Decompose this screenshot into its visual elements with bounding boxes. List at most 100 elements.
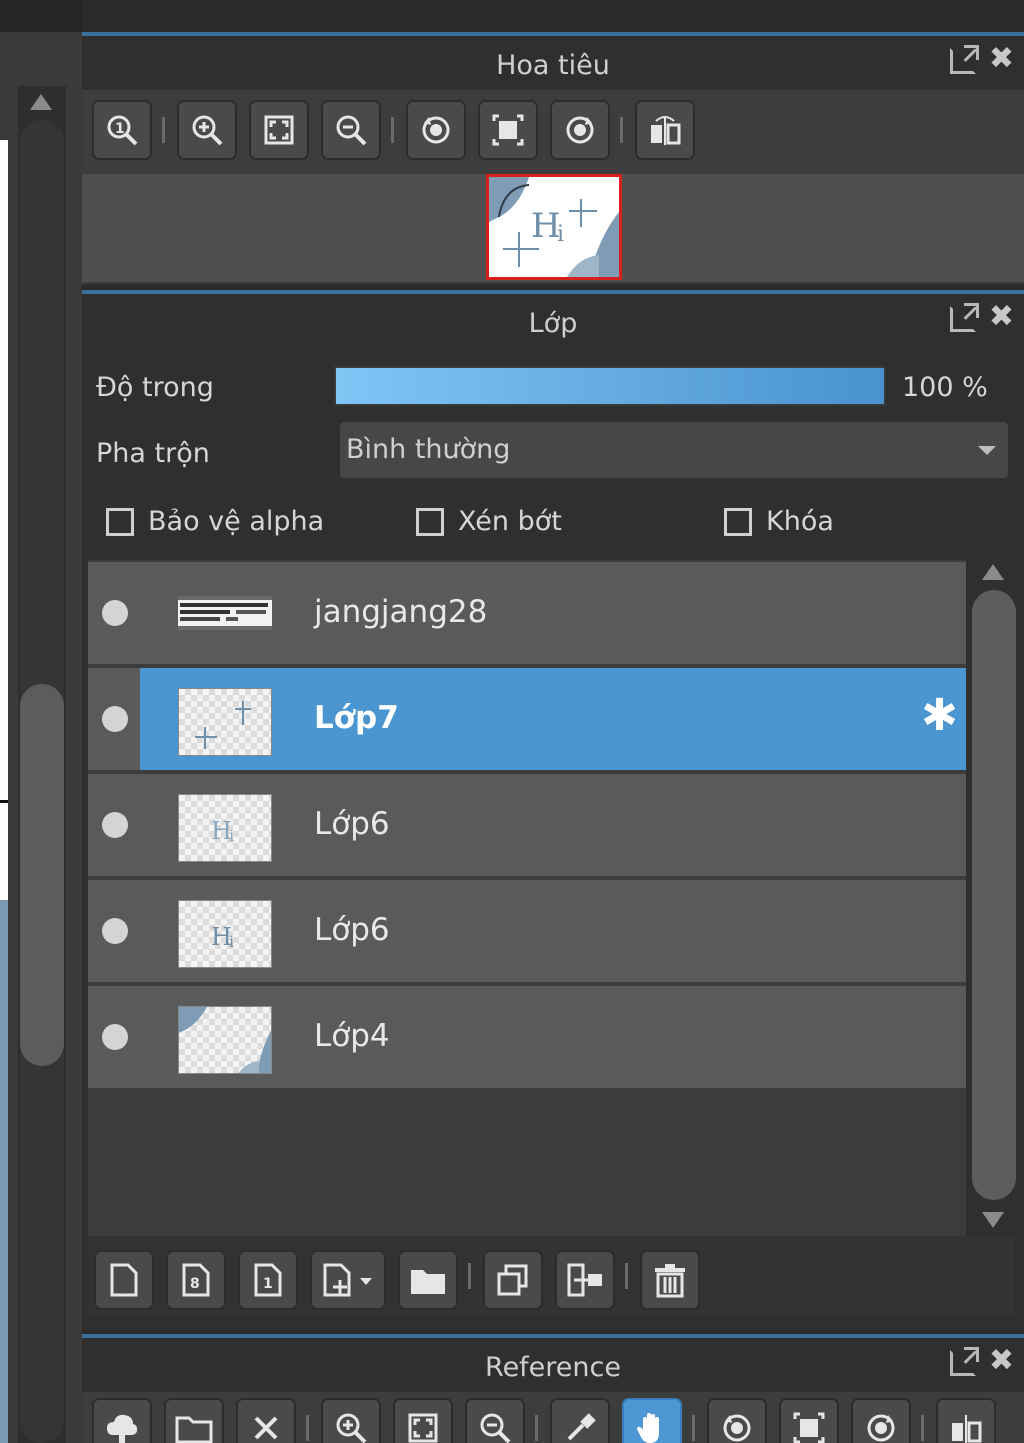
reference-panel: Reference ✖ bbox=[82, 1334, 1024, 1443]
toolbar-separator bbox=[625, 1263, 628, 1289]
close-icon[interactable]: ✖ bbox=[989, 1346, 1014, 1376]
checkbox-box[interactable] bbox=[106, 507, 134, 536]
navigator-thumbnail[interactable]: H i bbox=[486, 174, 622, 280]
ref-zoom-out-button[interactable] bbox=[465, 1398, 525, 1443]
visibility-dot-icon[interactable] bbox=[102, 600, 128, 626]
ref-zoom-in-button[interactable] bbox=[321, 1398, 381, 1443]
opacity-slider[interactable] bbox=[334, 366, 886, 406]
toolbar-separator bbox=[468, 1263, 471, 1289]
layer-row[interactable]: H i Lớp6 bbox=[88, 774, 966, 876]
new-8bit-layer-button[interactable]: 8 bbox=[166, 1250, 226, 1310]
ref-hand-button[interactable] bbox=[622, 1398, 682, 1443]
protect-alpha-checkbox[interactable]: Bảo vệ alpha bbox=[106, 506, 324, 537]
scroll-up-icon[interactable] bbox=[30, 94, 52, 110]
duplicate-layer-button[interactable] bbox=[483, 1250, 543, 1310]
gear-icon[interactable]: ✱ bbox=[921, 694, 958, 738]
rotate-left-icon bbox=[422, 116, 450, 144]
zoom-actual-size-button[interactable]: 1 bbox=[92, 100, 152, 160]
scroll-down-icon[interactable] bbox=[982, 1212, 1004, 1228]
new-1bit-layer-button[interactable]: 1 bbox=[238, 1250, 298, 1310]
layer-list[interactable]: jangjang28 Lớp7 ✱ H i Lớp6 H i Lớp6 Lớp4 bbox=[88, 560, 966, 1238]
toolbar-separator bbox=[391, 117, 394, 143]
merge-down-button[interactable] bbox=[555, 1250, 615, 1310]
toolbar-separator bbox=[535, 1415, 538, 1441]
visibility-dot-icon[interactable] bbox=[102, 918, 128, 944]
toolbar-separator bbox=[306, 1415, 309, 1441]
layer-thumbnail: H i bbox=[178, 794, 272, 862]
blend-mode-select[interactable]: Bình thường bbox=[340, 422, 1008, 478]
new-folder-button[interactable] bbox=[398, 1250, 458, 1310]
upload-reference-button[interactable] bbox=[92, 1398, 152, 1443]
visibility-dot-icon[interactable] bbox=[102, 812, 128, 838]
layer-visibility-cell[interactable] bbox=[88, 774, 140, 876]
reference-toolbar bbox=[92, 1396, 1008, 1443]
svg-text:1: 1 bbox=[115, 121, 125, 137]
navigator-preview-area[interactable]: H i bbox=[82, 174, 1024, 282]
x-icon bbox=[254, 1416, 278, 1440]
layer-thumbnail bbox=[178, 688, 272, 756]
ref-reset-button[interactable] bbox=[779, 1398, 839, 1443]
zoom-out-button[interactable] bbox=[321, 100, 381, 160]
layer-panel-header: Lớp ✖ bbox=[82, 290, 1024, 348]
new-layer-button[interactable] bbox=[94, 1250, 154, 1310]
canvas-area[interactable] bbox=[0, 0, 82, 1443]
zoom-out-icon bbox=[480, 1413, 511, 1443]
reset-rotation-button[interactable] bbox=[478, 100, 538, 160]
ref-fit-button[interactable] bbox=[393, 1398, 453, 1443]
layer-name[interactable]: jangjang28 bbox=[314, 594, 487, 630]
visibility-dot-icon[interactable] bbox=[102, 1024, 128, 1050]
layer-row[interactable]: H i Lớp6 bbox=[88, 880, 966, 982]
layer-name[interactable]: Lớp7 bbox=[314, 700, 399, 736]
layer-row[interactable]: Lớp4 bbox=[88, 986, 966, 1088]
close-icon[interactable]: ✖ bbox=[989, 302, 1014, 332]
toolbar-separator bbox=[620, 117, 623, 143]
opacity-value: 100 % bbox=[902, 372, 988, 403]
ref-rotate-right-button[interactable] bbox=[851, 1398, 911, 1443]
layer-name[interactable]: Lớp4 bbox=[314, 1018, 390, 1054]
flip-horizontal-icon bbox=[651, 116, 681, 145]
layer-list-scrollbar[interactable] bbox=[972, 590, 1016, 1200]
add-special-layer-button[interactable] bbox=[310, 1250, 386, 1310]
checkbox-box[interactable] bbox=[724, 507, 752, 536]
layer-name[interactable]: Lớp6 bbox=[314, 912, 390, 948]
rotate-left-button[interactable] bbox=[406, 100, 466, 160]
fit-to-window-button[interactable] bbox=[249, 100, 309, 160]
layer-visibility-cell[interactable] bbox=[88, 562, 140, 664]
delete-layer-button[interactable] bbox=[640, 1250, 700, 1310]
visibility-dot-icon[interactable] bbox=[102, 706, 128, 732]
layer-row[interactable]: jangjang28 bbox=[88, 562, 966, 664]
eyedropper-icon bbox=[567, 1413, 596, 1441]
layer-panel: Lớp ✖ Độ trong 100 % Pha trộn Bình thườn… bbox=[82, 290, 1024, 1330]
layer-thumbnail-image bbox=[179, 1007, 271, 1073]
scroll-up-icon[interactable] bbox=[982, 564, 1004, 580]
open-reference-button[interactable] bbox=[164, 1398, 224, 1443]
close-reference-button[interactable] bbox=[236, 1398, 296, 1443]
svg-text:i: i bbox=[229, 932, 234, 951]
canvas-scrollbar-thumb[interactable] bbox=[20, 684, 64, 1066]
layer-row-selected[interactable]: Lớp7 ✱ bbox=[88, 668, 966, 770]
rotate-right-button[interactable] bbox=[550, 100, 610, 160]
zoom-in-button[interactable] bbox=[177, 100, 237, 160]
checkbox-box[interactable] bbox=[416, 507, 444, 536]
close-icon[interactable]: ✖ bbox=[989, 44, 1014, 74]
ref-eyedropper-button[interactable] bbox=[550, 1398, 610, 1443]
popout-icon[interactable] bbox=[950, 1347, 979, 1376]
layer-visibility-cell[interactable] bbox=[88, 880, 140, 982]
popout-icon[interactable] bbox=[950, 303, 979, 332]
open-folder-icon bbox=[175, 1416, 213, 1443]
rotate-right-icon bbox=[566, 116, 594, 144]
add-layer-dropdown-icon bbox=[323, 1263, 372, 1297]
layer-visibility-cell[interactable] bbox=[88, 668, 140, 770]
layer-visibility-cell[interactable] bbox=[88, 986, 140, 1088]
svg-text:1: 1 bbox=[263, 1276, 273, 1292]
ref-rotate-left-button[interactable] bbox=[707, 1398, 767, 1443]
canvas-paper[interactable] bbox=[0, 140, 8, 900]
hand-icon bbox=[637, 1413, 659, 1443]
popout-icon[interactable] bbox=[950, 45, 979, 74]
flip-horizontal-button[interactable] bbox=[635, 100, 695, 160]
clipping-checkbox[interactable]: Xén bớt bbox=[416, 506, 562, 537]
lock-checkbox[interactable]: Khóa bbox=[724, 506, 834, 537]
ref-flip-button[interactable] bbox=[936, 1398, 996, 1443]
layer-thumbnail bbox=[178, 596, 272, 630]
layer-name[interactable]: Lớp6 bbox=[314, 806, 390, 842]
